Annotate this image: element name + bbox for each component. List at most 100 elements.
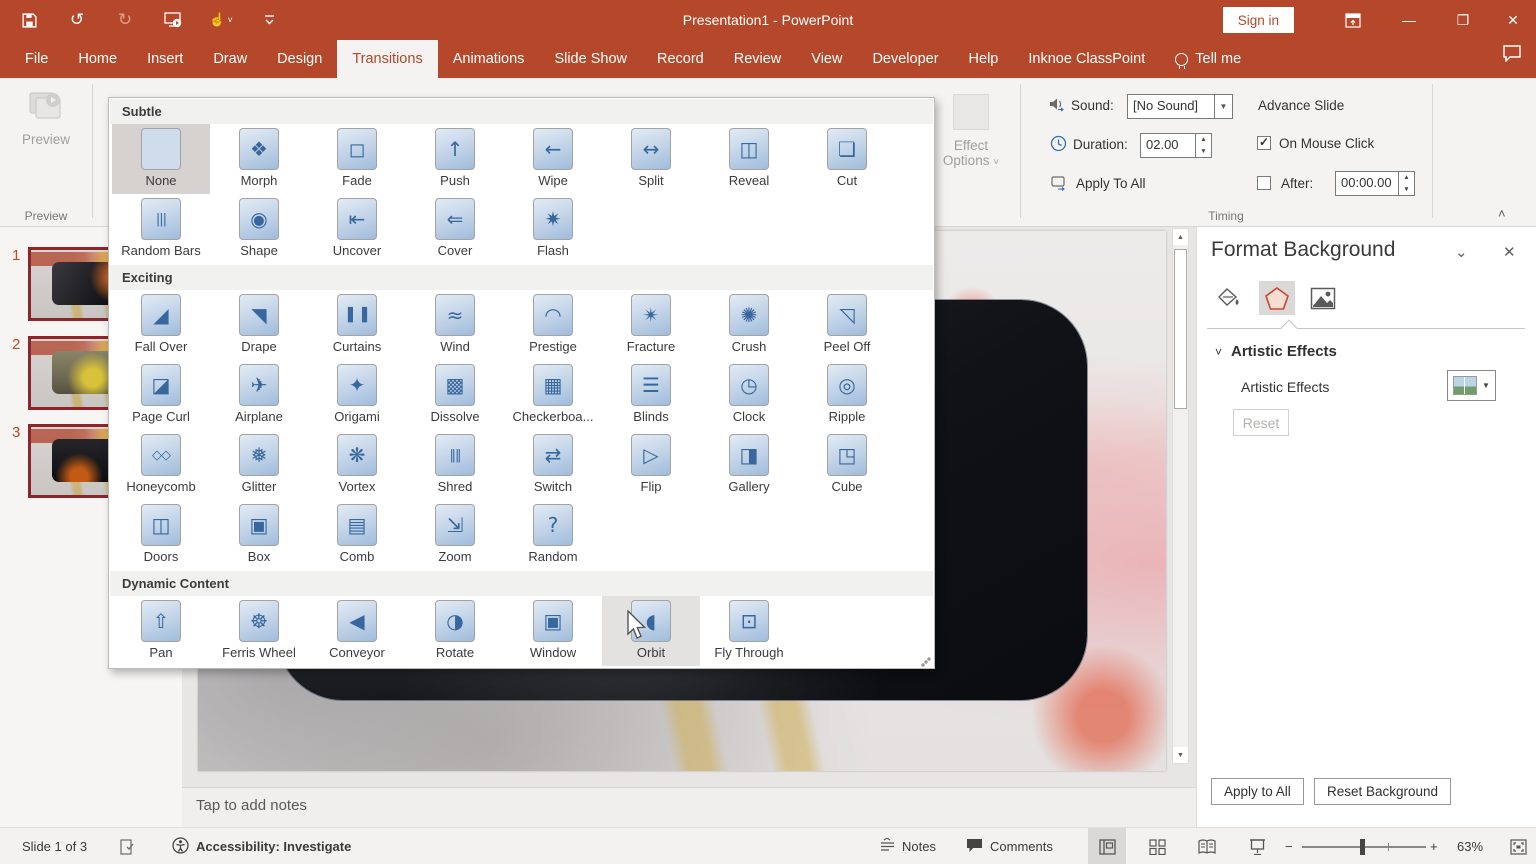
transition-conveyor[interactable]: ◀ Conveyor: [308, 596, 406, 666]
transition-pan[interactable]: ⇧ Pan: [112, 596, 210, 666]
transition-vortex[interactable]: ❋ Vortex: [308, 430, 406, 500]
zoom-slider-thumb[interactable]: [1360, 839, 1365, 855]
after-checkbox[interactable]: [1257, 176, 1271, 190]
transition-wind[interactable]: ≈ Wind: [406, 290, 504, 360]
tab-animations[interactable]: Animations: [438, 40, 540, 78]
artistic-effects-section[interactable]: ˅ Artistic Effects: [1215, 343, 1337, 360]
restore-icon[interactable]: ❐: [1448, 0, 1478, 40]
transition-checkerboa[interactable]: ▦ Checkerboa...: [504, 360, 602, 430]
tab-record[interactable]: Record: [642, 40, 719, 78]
sound-combobox[interactable]: [No Sound] ▼: [1127, 94, 1233, 119]
sign-in-button[interactable]: Sign in: [1222, 7, 1294, 33]
transition-zoom[interactable]: ⇲ Zoom: [406, 500, 504, 570]
tab-review[interactable]: Review: [719, 40, 797, 78]
transition-split[interactable]: ↔ Split: [602, 124, 700, 194]
transition-random-bars[interactable]: ||| Random Bars: [112, 194, 210, 264]
normal-view-button[interactable]: [1088, 828, 1126, 864]
transition-random[interactable]: ? Random: [504, 500, 602, 570]
slideshow-view-button[interactable]: [1238, 828, 1276, 864]
transition-drape[interactable]: ◥ Drape: [210, 290, 308, 360]
collapse-ribbon-icon[interactable]: ˄: [1498, 206, 1506, 221]
transition-flip[interactable]: ▷ Flip: [602, 430, 700, 500]
pane-options-chevron-icon[interactable]: ⌄: [1455, 243, 1468, 261]
transition-clock[interactable]: ◷ Clock: [700, 360, 798, 430]
feedback-comment-icon[interactable]: [1502, 44, 1522, 67]
accessibility-status[interactable]: Accessibility: Investigate: [172, 828, 351, 864]
transition-shred[interactable]: ‖‖ Shred: [406, 430, 504, 500]
display-settings-icon[interactable]: [120, 828, 135, 864]
transition-gallery[interactable]: ◨ Gallery: [700, 430, 798, 500]
scroll-down-icon[interactable]: ▼: [1173, 747, 1188, 763]
transition-cube[interactable]: ◳ Cube: [798, 430, 896, 500]
after-spinbox[interactable]: 00:00.00 ▲ ▼: [1335, 171, 1415, 196]
tab-file[interactable]: File: [10, 40, 63, 78]
reading-view-button[interactable]: [1188, 828, 1226, 864]
transition-origami[interactable]: ✦ Origami: [308, 360, 406, 430]
transition-flash[interactable]: ✷ Flash: [504, 194, 602, 264]
transition-fly-through[interactable]: ⊡ Fly Through: [700, 596, 798, 666]
undo-icon[interactable]: ↺: [66, 9, 88, 31]
transition-fade[interactable]: ◻ Fade: [308, 124, 406, 194]
transition-morph[interactable]: ❖ Morph: [210, 124, 308, 194]
tab-home[interactable]: Home: [63, 40, 132, 78]
transition-curtains[interactable]: ▌▐ Curtains: [308, 290, 406, 360]
resize-grip[interactable]: [921, 657, 931, 667]
minimize-icon[interactable]: —: [1394, 0, 1424, 40]
sound-dropdown-arrow-icon[interactable]: ▼: [1215, 94, 1233, 119]
transition-wipe[interactable]: ← Wipe: [504, 124, 602, 194]
transition-none[interactable]: None: [112, 124, 210, 194]
transition-orbit[interactable]: ◖ Orbit: [602, 596, 700, 666]
transition-cover[interactable]: ⇐ Cover: [406, 194, 504, 264]
transition-airplane[interactable]: ✈ Airplane: [210, 360, 308, 430]
start-slideshow-icon[interactable]: [162, 9, 184, 31]
tab-tell-me[interactable]: Tell me: [1160, 40, 1256, 78]
duration-spinbox[interactable]: 02.00 ▲ ▼: [1140, 133, 1212, 158]
transition-peel-off[interactable]: ◹ Peel Off: [798, 290, 896, 360]
transition-ripple[interactable]: ◎ Ripple: [798, 360, 896, 430]
transition-page-curl[interactable]: ◪ Page Curl: [112, 360, 210, 430]
reset-button[interactable]: Reset: [1233, 409, 1289, 436]
artistic-effects-dropdown[interactable]: ▼: [1447, 370, 1496, 401]
tab-inknoe-classpoint[interactable]: Inknoe ClassPoint: [1013, 40, 1160, 78]
slide-scrollbar[interactable]: ▲ ▼: [1172, 228, 1189, 764]
customize-qat-icon[interactable]: [258, 9, 280, 31]
transition-fracture[interactable]: ✴ Fracture: [602, 290, 700, 360]
zoom-level[interactable]: 63%: [1457, 828, 1483, 864]
scrollbar-thumb[interactable]: [1174, 249, 1187, 409]
transition-honeycomb[interactable]: ◇◇ Honeycomb: [112, 430, 210, 500]
fill-tab-icon[interactable]: [1211, 281, 1247, 315]
notes-toggle[interactable]: Notes: [880, 828, 936, 864]
transition-comb[interactable]: ▤ Comb: [308, 500, 406, 570]
close-icon[interactable]: ✕: [1498, 0, 1528, 40]
preview-button[interactable]: Preview: [14, 90, 78, 168]
touch-mouse-mode-icon[interactable]: ☝ ˅: [209, 9, 232, 31]
ribbon-display-options-icon[interactable]: [1338, 0, 1368, 40]
tab-developer[interactable]: Developer: [857, 40, 953, 78]
slide-indicator[interactable]: Slide 1 of 3: [22, 828, 87, 864]
transition-box[interactable]: ▣ Box: [210, 500, 308, 570]
transition-push[interactable]: ↑ Push: [406, 124, 504, 194]
picture-tab-icon[interactable]: [1305, 281, 1341, 315]
transition-cut[interactable]: ❏ Cut: [798, 124, 896, 194]
transition-blinds[interactable]: ☰ Blinds: [602, 360, 700, 430]
notes-pane[interactable]: Tap to add notes: [182, 787, 1196, 827]
transition-window[interactable]: ▣ Window: [504, 596, 602, 666]
transition-crush[interactable]: ✺ Crush: [700, 290, 798, 360]
duration-spinner[interactable]: ▲ ▼: [1196, 133, 1212, 158]
transition-uncover[interactable]: ⇤ Uncover: [308, 194, 406, 264]
transition-dissolve[interactable]: ▩ Dissolve: [406, 360, 504, 430]
zoom-in-button[interactable]: +: [1430, 828, 1438, 864]
redo-icon[interactable]: ↻: [114, 9, 136, 31]
transition-doors[interactable]: ◫ Doors: [112, 500, 210, 570]
transition-shape[interactable]: ◉ Shape: [210, 194, 308, 264]
transition-glitter[interactable]: ❅ Glitter: [210, 430, 308, 500]
transition-fall-over[interactable]: ◢ Fall Over: [112, 290, 210, 360]
comments-toggle[interactable]: Comments: [966, 828, 1053, 864]
save-icon[interactable]: [18, 9, 40, 31]
transition-switch[interactable]: ⇄ Switch: [504, 430, 602, 500]
tab-design[interactable]: Design: [262, 40, 337, 78]
tab-view[interactable]: View: [796, 40, 857, 78]
fit-slide-to-window-icon[interactable]: [1510, 828, 1527, 864]
effect-options-button[interactable]: Effect Options ˅: [936, 90, 1006, 168]
transition-reveal[interactable]: ◫ Reveal: [700, 124, 798, 194]
